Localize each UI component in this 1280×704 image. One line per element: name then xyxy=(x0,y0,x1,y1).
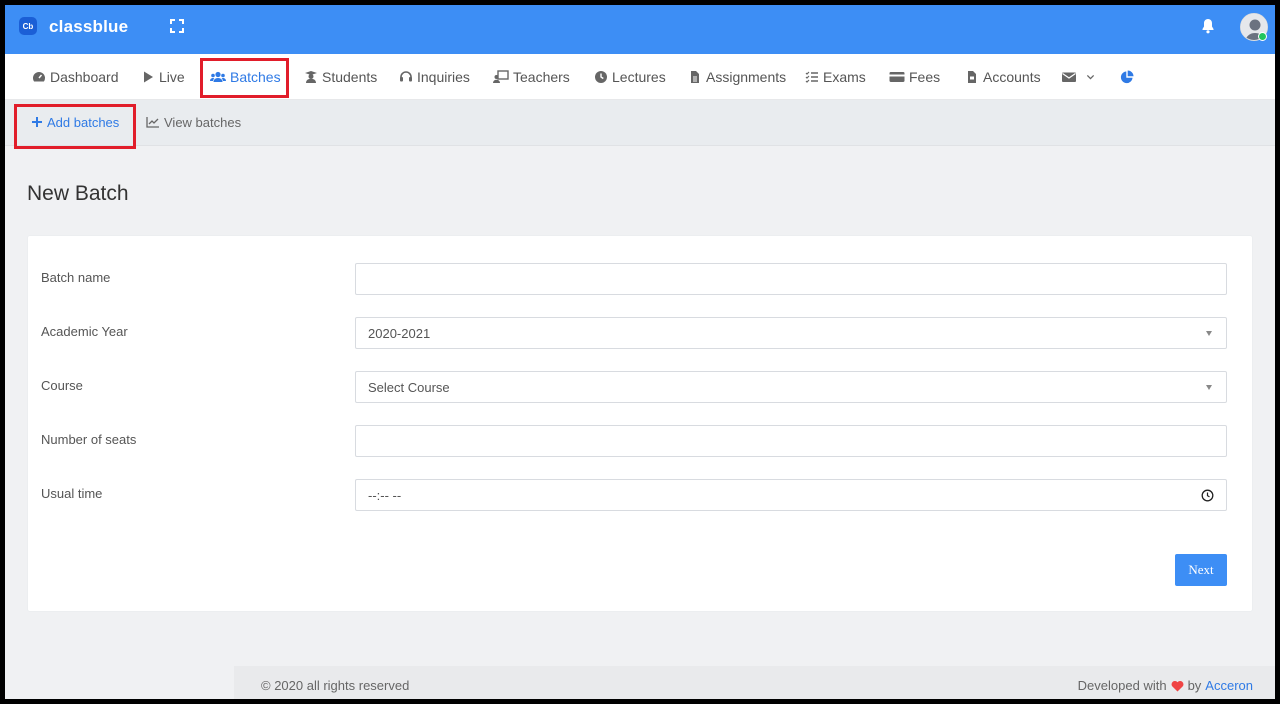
course-select[interactable]: Select Course xyxy=(355,371,1227,403)
nav-fees[interactable]: Fees xyxy=(889,54,940,100)
main-nav: Dashboard Live Batches Students Inquirie… xyxy=(5,54,1275,100)
add-batches-link[interactable]: Add batches xyxy=(31,100,119,144)
academic-year-label: Academic Year xyxy=(41,324,128,339)
academic-year-select[interactable]: 2020-2021 xyxy=(355,317,1227,349)
nav-accounts[interactable]: Accounts xyxy=(965,54,1041,100)
course-label: Course xyxy=(41,378,83,393)
next-button[interactable]: Next xyxy=(1175,554,1227,586)
new-batch-form: Batch name Academic Year 2020-2021 Cours… xyxy=(27,235,1253,612)
course-value: Select Course xyxy=(368,379,450,395)
play-icon xyxy=(144,71,153,83)
developed-with-text: Developed with xyxy=(1077,678,1167,693)
nav-inquiries[interactable]: Inquiries xyxy=(399,54,470,100)
nav-teachers[interactable]: Teachers xyxy=(493,54,570,100)
page-title: New Batch xyxy=(27,182,129,205)
batch-name-input[interactable] xyxy=(355,263,1227,295)
bell-icon[interactable] xyxy=(1199,17,1217,35)
add-batches-label: Add batches xyxy=(47,114,120,130)
nav-assignments[interactable]: Assignments xyxy=(688,54,786,100)
app-frame: Cb classblue Dashboard Live Batches Stud… xyxy=(5,5,1275,699)
view-batches-label: View batches xyxy=(164,114,242,130)
nav-reports[interactable] xyxy=(1120,54,1134,100)
student-icon xyxy=(305,71,317,83)
envelope-icon xyxy=(1062,72,1076,82)
users-icon xyxy=(210,71,226,82)
clock-icon xyxy=(595,71,607,83)
sub-nav: Add batches View batches xyxy=(5,100,1275,146)
nav-live[interactable]: Live xyxy=(141,54,185,100)
credit-card-icon xyxy=(889,72,905,82)
pie-chart-icon xyxy=(1120,70,1134,84)
nav-label: Students xyxy=(322,69,378,85)
batch-name-label: Batch name xyxy=(41,270,111,285)
fullscreen-icon[interactable] xyxy=(169,18,185,34)
developed-by: Developed with by Acceron xyxy=(1078,678,1253,693)
nav-label: Exams xyxy=(823,69,866,85)
nav-label: Dashboard xyxy=(50,69,119,85)
nav-label: Lectures xyxy=(612,69,666,85)
file-invoice-icon xyxy=(968,71,976,83)
nav-label: Accounts xyxy=(983,69,1041,85)
seats-label: Number of seats xyxy=(41,432,137,447)
brand-name[interactable]: classblue xyxy=(49,17,128,37)
file-icon xyxy=(691,71,699,83)
caret-down-icon xyxy=(1206,385,1212,390)
line-chart-icon xyxy=(146,117,159,128)
nav-label: Inquiries xyxy=(417,69,470,85)
acceron-link[interactable]: Acceron xyxy=(1205,678,1253,693)
nav-messages-dropdown[interactable] xyxy=(1061,54,1096,100)
nav-batches[interactable]: Batches xyxy=(210,54,281,100)
teacher-icon xyxy=(493,70,509,83)
list-check-icon xyxy=(805,71,818,83)
copyright-text: © 2020 all rights reserved xyxy=(261,678,410,693)
seats-input[interactable] xyxy=(355,425,1227,457)
nav-dashboard[interactable]: Dashboard xyxy=(32,54,119,100)
nav-label: Live xyxy=(159,69,185,85)
online-status-dot xyxy=(1258,32,1267,41)
logo[interactable]: Cb xyxy=(19,17,37,35)
usual-time-input[interactable]: --:-- -- xyxy=(355,479,1227,511)
nav-label: Batches xyxy=(230,69,281,85)
nav-label: Teachers xyxy=(513,69,570,85)
nav-students[interactable]: Students xyxy=(304,54,377,100)
heart-icon xyxy=(1171,680,1184,691)
usual-time-label: Usual time xyxy=(41,486,103,501)
plus-icon xyxy=(32,117,42,127)
academic-year-value: 2020-2021 xyxy=(368,325,431,341)
nav-exams[interactable]: Exams xyxy=(805,54,866,100)
view-batches-link[interactable]: View batches xyxy=(146,100,241,144)
top-header: Cb classblue xyxy=(5,5,1275,54)
headset-icon xyxy=(400,71,412,82)
caret-down-icon xyxy=(1206,331,1212,336)
nav-label: Assignments xyxy=(706,69,787,85)
clock-icon[interactable] xyxy=(1201,489,1214,502)
usual-time-value: --:-- -- xyxy=(368,487,402,503)
footer: © 2020 all rights reserved Developed wit… xyxy=(234,666,1275,699)
nav-label: Fees xyxy=(909,69,941,85)
chevron-down-icon xyxy=(1086,74,1095,80)
dashboard-icon xyxy=(33,72,46,82)
nav-lectures[interactable]: Lectures xyxy=(594,54,666,100)
by-text: by xyxy=(1187,678,1202,693)
